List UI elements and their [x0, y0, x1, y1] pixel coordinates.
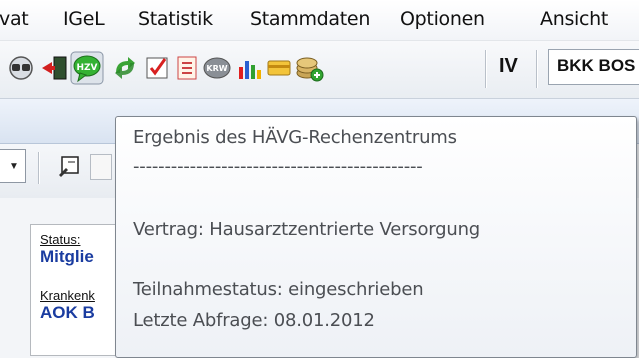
- card-reader-icon[interactable]: [264, 53, 294, 83]
- status-label: Status:: [40, 232, 81, 247]
- menu-item-igel[interactable]: IGeL: [63, 8, 105, 30]
- kasse-select[interactable]: BKK BOS: [548, 49, 639, 85]
- hzv-icon[interactable]: HZV: [70, 51, 104, 85]
- tooltip-title: Ergebnis des HÄVG-Rechenzentrums: [133, 127, 457, 148]
- checklist-icon[interactable]: [142, 53, 172, 83]
- iv-button[interactable]: IV: [499, 55, 518, 78]
- tooltip-teilnahmestatus: Teilnahmestatus: eingeschrieben: [133, 279, 424, 300]
- menu-item-privat[interactable]: vat: [0, 8, 29, 30]
- coins-add-icon[interactable]: [294, 53, 324, 83]
- svg-text:KRW: KRW: [206, 64, 227, 73]
- green-arrows-icon[interactable]: [110, 53, 140, 83]
- toolbar-separator: [38, 152, 40, 184]
- svg-text:HZV: HZV: [76, 63, 97, 73]
- tooltip-letzte-abfrage: Letzte Abfrage: 08.01.2012: [133, 310, 375, 331]
- dropdown-combo[interactable]: ▼: [0, 149, 26, 183]
- glasses-icon[interactable]: [6, 53, 36, 83]
- document-list-icon[interactable]: [172, 53, 202, 83]
- chevron-down-icon: ▼: [9, 161, 19, 172]
- krw-icon[interactable]: KRW: [202, 53, 232, 83]
- krankenkasse-value: AOK B: [40, 303, 95, 322]
- menu-item-optionen[interactable]: Optionen: [400, 8, 485, 30]
- tooltip-divider: ----------------------------------------…: [133, 156, 423, 177]
- bar-chart-icon[interactable]: [234, 53, 264, 83]
- status-value: Mitglie: [40, 247, 94, 266]
- toolbar-button[interactable]: [90, 154, 112, 180]
- exit-door-icon[interactable]: [40, 53, 70, 83]
- edit-form-icon[interactable]: [56, 152, 84, 180]
- menu-item-statistik[interactable]: Statistik: [138, 8, 213, 30]
- tooltip: Ergebnis des HÄVG-Rechenzentrums -------…: [115, 116, 637, 358]
- menu-item-ansicht[interactable]: Ansicht: [540, 8, 608, 30]
- toolbar-separator: [485, 50, 487, 88]
- menu-item-stammdaten[interactable]: Stammdaten: [250, 8, 370, 30]
- tooltip-vertrag: Vertrag: Hausarztzentrierte Versorgung: [133, 219, 481, 240]
- toolbar-separator: [536, 50, 538, 88]
- krankenkasse-label: Krankenk: [40, 288, 95, 303]
